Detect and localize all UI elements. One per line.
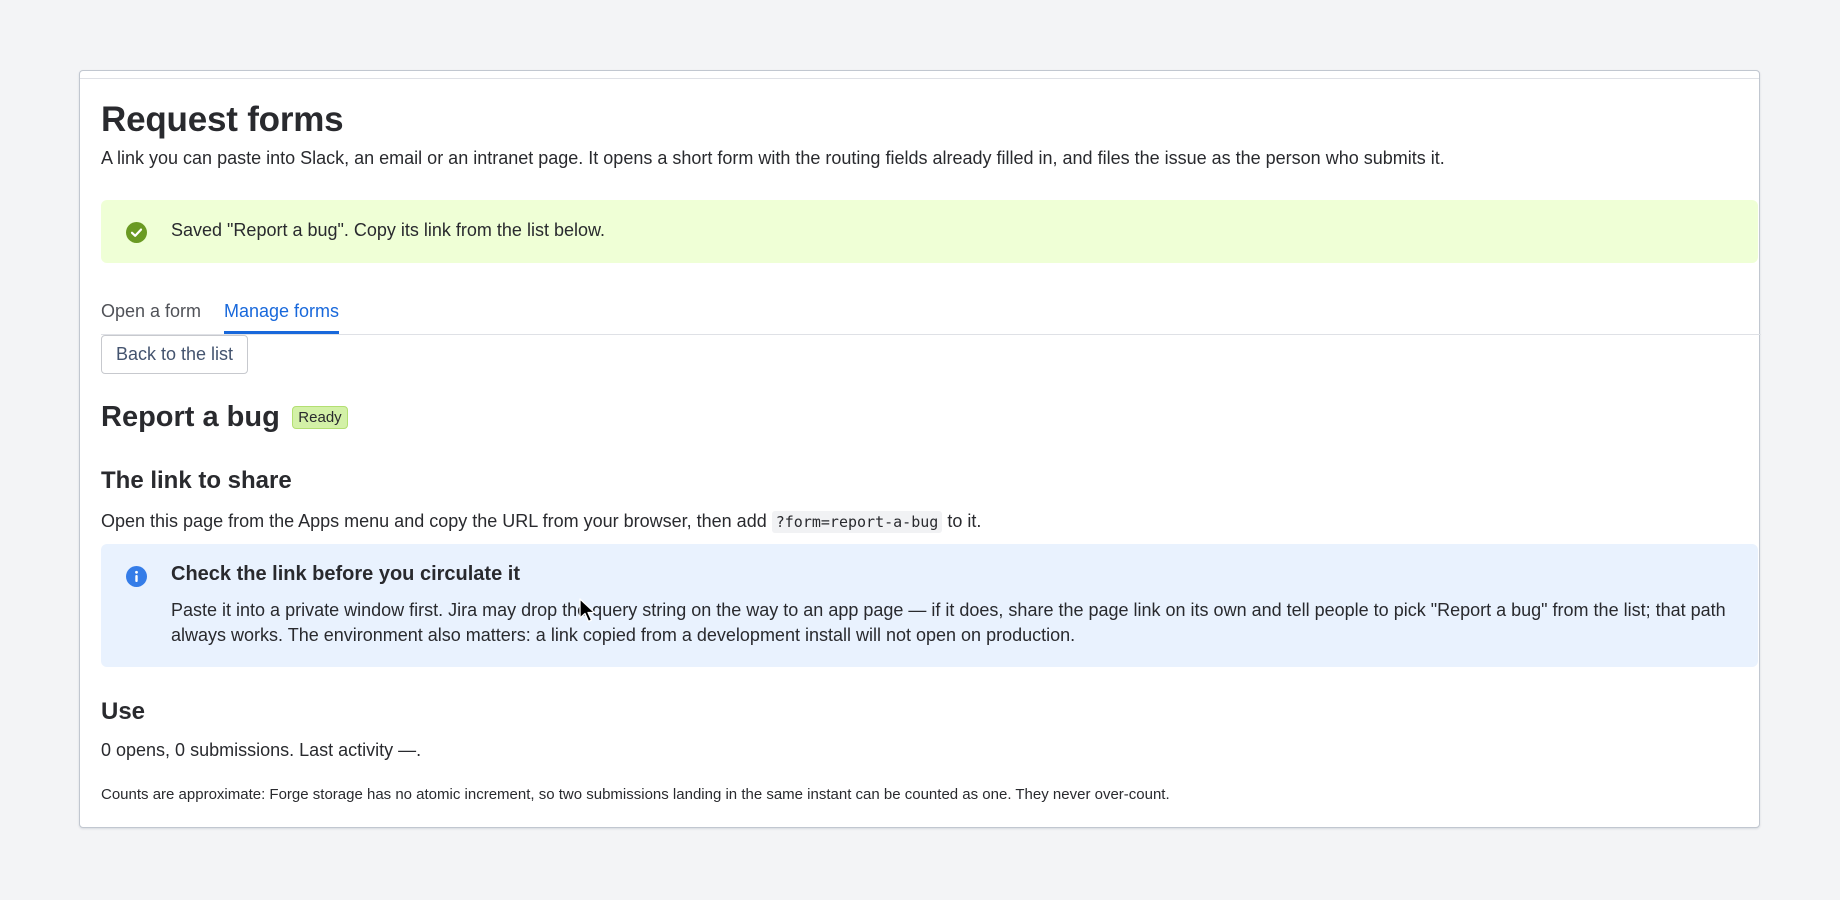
usage-stats: 0 opens, 0 submissions. Last activity —. [101, 740, 422, 760]
link-instruction-text: Open this page from the Apps menu and co… [101, 511, 767, 531]
use-section-heading: Use [101, 698, 146, 725]
query-string-code: ?form=report-a-bug [771, 511, 943, 533]
success-banner: Saved "Report a bug". Copy its link from… [101, 200, 1758, 263]
info-banner: Check the link before you circulate it P… [101, 544, 1758, 667]
info-icon [126, 566, 147, 587]
back-to-list-button[interactable]: Back to the list [101, 335, 249, 374]
link-instruction-suffix: to it. [947, 511, 982, 531]
form-title-row: Report a bug Ready [101, 401, 348, 441]
form-title: Report a bug [101, 401, 280, 433]
page-title: Request forms [101, 100, 344, 139]
panel-divider [80, 78, 1759, 79]
tab-open-a-form[interactable]: Open a form [101, 301, 201, 334]
tab-bar: Open a form Manage forms [101, 301, 1761, 335]
mouse-pointer-icon [579, 598, 597, 629]
link-section-heading: The link to share [101, 467, 292, 494]
page-intro: A link you can paste into Slack, an emai… [101, 148, 1445, 168]
tab-manage-forms[interactable]: Manage forms [224, 301, 340, 334]
link-instructions: Open this page from the Apps menu and co… [101, 511, 982, 533]
usage-note: Counts are approximate: Forge storage ha… [101, 786, 1170, 803]
check-circle-icon [126, 222, 147, 243]
info-banner-body: Paste it into a private window first. Ji… [171, 600, 1726, 645]
request-forms-panel: Request forms A link you can paste into … [79, 70, 1761, 828]
info-banner-title: Check the link before you circulate it [171, 563, 520, 585]
status-badge: Ready [292, 406, 348, 429]
success-message: Saved "Report a bug". Copy its link from… [171, 220, 605, 240]
